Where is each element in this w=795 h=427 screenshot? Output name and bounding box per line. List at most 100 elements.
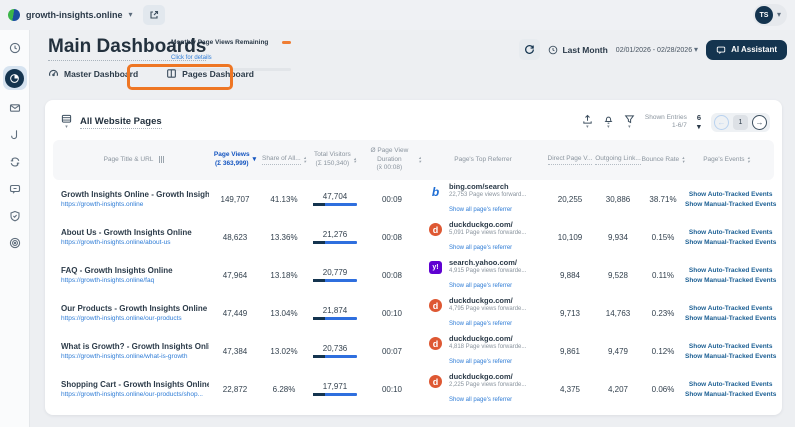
column-page-views-sorted[interactable]: Page Views (Σ 363,999) ▾	[209, 151, 261, 169]
referrer-forwarded-views: 2,225 Page views forwarde...	[449, 382, 527, 388]
filter-button[interactable]: ▾	[624, 114, 635, 130]
export-button[interactable]: ▾	[582, 114, 593, 130]
dashboard-tabs: Master Dashboard Pages Dashboard	[48, 68, 254, 79]
outgoing-links-value: 4,207	[607, 384, 629, 394]
sort-icon: ▴ ▾	[353, 155, 356, 164]
duration-value: 00:08	[381, 270, 403, 280]
table-widget-menu[interactable]: ▾	[61, 114, 72, 130]
sort-icon: ▴ ▾	[303, 155, 306, 164]
show-manual-tracked-events-link[interactable]: Show Manual-Tracked Events	[685, 277, 776, 284]
column-direct-page-views[interactable]: Direct Page V...	[545, 155, 595, 166]
sidebar-item-tag-manager[interactable]	[6, 126, 24, 144]
column-page-events[interactable]: Page's Events ▴ ▾	[685, 156, 768, 165]
table-row: Growth Insights Online - Growth Insights…	[53, 180, 776, 218]
chat-bubble-icon	[9, 184, 20, 194]
table-row: About Us - Growth Insights Online https:…	[53, 218, 776, 256]
show-manual-tracked-events-link[interactable]: Show Manual-Tracked Events	[685, 315, 776, 322]
show-all-referrer-link[interactable]: Show all page's referrer	[449, 321, 512, 327]
column-share[interactable]: Share of All... ▴ ▾	[261, 155, 307, 166]
show-manual-tracked-events-link[interactable]: Show Manual-Tracked Events	[685, 201, 776, 208]
column-total-visitors[interactable]: Total Visitors (Σ 150,340) ▴ ▾	[307, 151, 363, 169]
user-menu[interactable]: TS ▾	[752, 4, 787, 26]
period-selector[interactable]: Last Month	[548, 45, 608, 55]
column-outgoing-links[interactable]: Outgoing Link...	[595, 155, 641, 166]
prev-page-button[interactable]: ←	[714, 114, 729, 130]
page-url-link[interactable]: https://growth-insights.online	[61, 201, 209, 208]
show-auto-tracked-events-link[interactable]: Show Auto-Tracked Events	[689, 305, 773, 312]
sidebar-item-feedback[interactable]	[6, 180, 24, 198]
column-duration[interactable]: Ø Page View Duration (x̄ 00:08) ▴ ▾	[363, 147, 421, 173]
next-page-button[interactable]: →	[752, 114, 767, 130]
chevron-down-icon: ▾	[694, 44, 699, 54]
page-title-text: Growth Insights Online - Growth Insights…	[61, 190, 209, 199]
visitors-bar	[313, 317, 357, 320]
show-all-referrer-link[interactable]: Show all page's referrer	[449, 397, 512, 403]
current-page[interactable]: 1	[733, 114, 748, 130]
ai-assistant-button[interactable]: AI Assistant	[706, 39, 787, 60]
show-all-referrer-link[interactable]: Show all page's referrer	[449, 245, 512, 251]
page-size-select[interactable]: 6 ▾	[697, 113, 701, 131]
column-top-referrer[interactable]: Page's Top Referrer	[421, 156, 545, 165]
chevron-down-icon: ▾	[776, 10, 781, 19]
bounce-rate-value: 0.06%	[651, 384, 675, 394]
columns-settings-icon[interactable]	[159, 156, 165, 164]
ai-assistant-label: AI Assistant	[731, 45, 777, 54]
show-manual-tracked-events-link[interactable]: Show Manual-Tracked Events	[685, 353, 776, 360]
tab-master-dashboard[interactable]: Master Dashboard	[48, 68, 138, 79]
sidebar-item-analytics-active[interactable]	[2, 66, 27, 90]
alerts-button[interactable]: ▾	[603, 114, 614, 130]
refresh-button[interactable]	[519, 39, 541, 60]
referrer-forwarded-views: 4,795 Page views forwarde...	[449, 306, 527, 312]
show-auto-tracked-events-link[interactable]: Show Auto-Tracked Events	[689, 191, 773, 198]
page-url-link[interactable]: https://growth-insights.online/about-us	[61, 239, 209, 246]
sync-arrows-icon	[10, 157, 19, 167]
chevron-down-icon: ▾	[628, 124, 631, 130]
sidebar-item-consent-manager[interactable]	[6, 207, 24, 225]
usage-widget: Monthly Page Views Remaining Click for d…	[171, 39, 291, 71]
usage-details-link[interactable]: Click for details	[171, 55, 212, 61]
sidebar-item-audience-manager[interactable]	[6, 153, 24, 171]
page-title-text: FAQ - Growth Insights Online	[61, 266, 173, 275]
sidebar-item-inbox[interactable]	[6, 99, 24, 117]
duration-value: 00:10	[381, 384, 403, 394]
outgoing-links-value: 9,934	[607, 232, 629, 242]
show-manual-tracked-events-link[interactable]: Show Manual-Tracked Events	[685, 239, 776, 246]
date-range-selector[interactable]: 02/01/2026 - 02/28/2026 ▾	[616, 44, 699, 54]
show-auto-tracked-events-link[interactable]: Show Auto-Tracked Events	[689, 267, 773, 274]
column-bounce-rate[interactable]: Bounce Rate ▴ ▾	[641, 156, 685, 165]
page-url-link[interactable]: https://growth-insights.online/our-produ…	[61, 391, 209, 398]
table-row: What is Growth? - Growth Insights Online…	[53, 332, 776, 370]
page-url-link[interactable]: https://growth-insights.online/faq	[61, 277, 209, 284]
tab-pages-dashboard[interactable]: Pages Dashboard	[166, 68, 254, 79]
direct-views-value: 9,884	[559, 270, 581, 280]
show-all-referrer-link[interactable]: Show all page's referrer	[449, 359, 512, 365]
column-page-title[interactable]: Page Title & URL	[59, 156, 209, 165]
visitors-bar-dark-segment	[313, 279, 325, 282]
site-selector[interactable]: growth-insights.online ▾	[8, 9, 133, 21]
sidebar-item-home[interactable]	[6, 39, 24, 57]
share-value: 13.04%	[270, 308, 298, 318]
show-auto-tracked-events-link[interactable]: Show Auto-Tracked Events	[689, 343, 773, 350]
page-url-link[interactable]: https://growth-insights.online/what-is-g…	[61, 353, 209, 360]
header-controls: Last Month 02/01/2026 - 02/28/2026 ▾ AI …	[519, 39, 787, 60]
refresh-icon	[525, 45, 535, 54]
page-title-text: Our Products - Growth Insights Online	[61, 304, 208, 313]
bounce-rate-value: 0.12%	[651, 346, 675, 356]
chat-icon	[716, 46, 726, 54]
referrer-domain: duckduckgo.com/	[449, 372, 513, 381]
show-manual-tracked-events-link[interactable]: Show Manual-Tracked Events	[685, 391, 776, 398]
show-all-referrer-link[interactable]: Show all page's referrer	[449, 207, 512, 213]
open-site-button[interactable]	[142, 5, 165, 25]
duckduckgo-favicon: d	[429, 223, 442, 236]
visitors-bar	[313, 241, 357, 244]
show-auto-tracked-events-link[interactable]: Show Auto-Tracked Events	[689, 381, 773, 388]
show-all-referrer-link[interactable]: Show all page's referrer	[449, 283, 512, 289]
page-url-link[interactable]: https://growth-insights.online/our-produ…	[61, 315, 209, 322]
visitors-bar-dark-segment	[313, 355, 325, 358]
sidebar-item-platform-settings[interactable]	[6, 234, 24, 252]
card-title: All Website Pages	[80, 115, 162, 129]
duckduckgo-favicon: d	[429, 299, 442, 312]
show-auto-tracked-events-link[interactable]: Show Auto-Tracked Events	[689, 229, 773, 236]
shown-entries-label: Shown Entries	[644, 113, 687, 121]
tab-label: Pages Dashboard	[182, 68, 254, 79]
